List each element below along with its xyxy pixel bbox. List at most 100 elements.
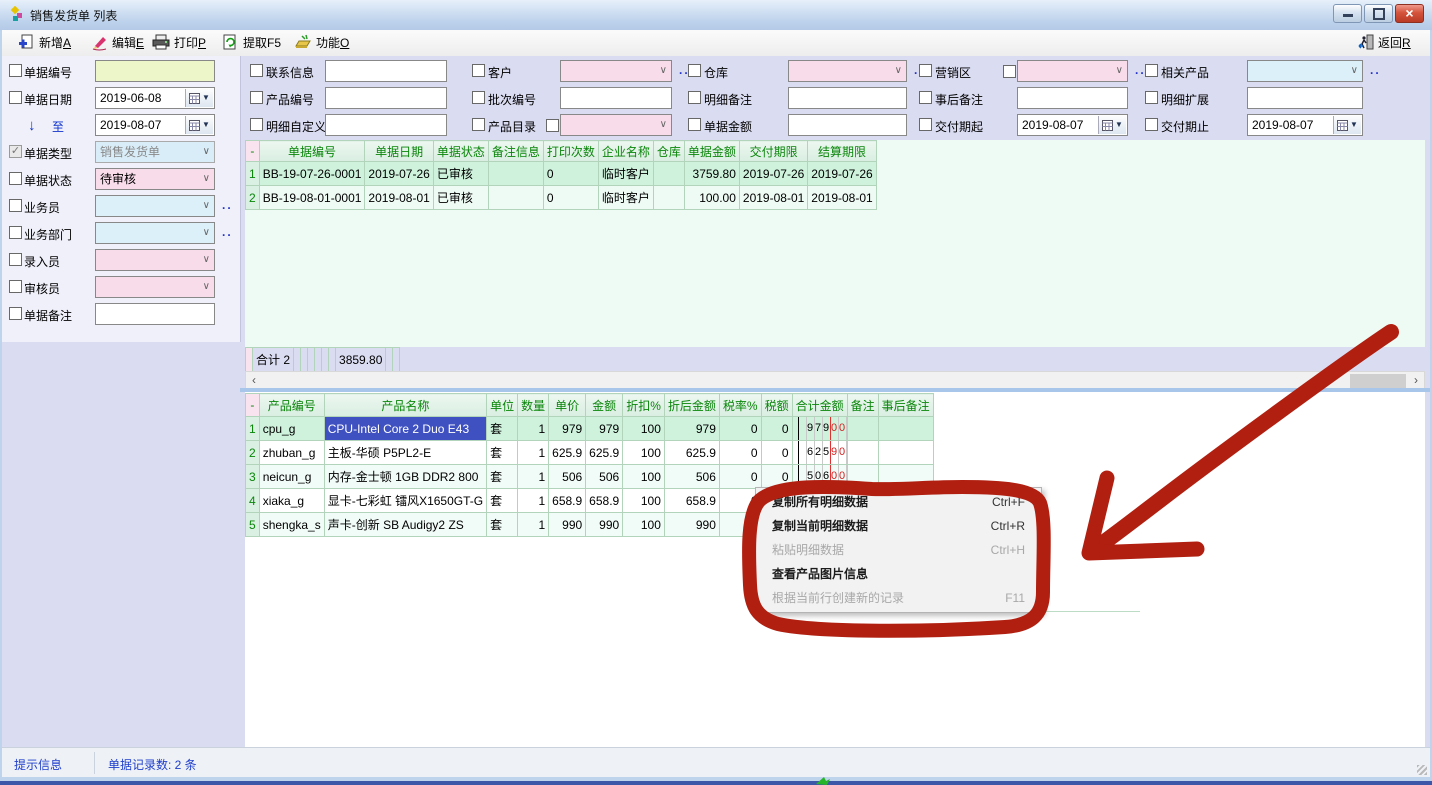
detail-row[interactable]: 1cpu_gCPU-Intel Core 2 Duo E43套197997910… (246, 417, 934, 441)
main-column-header[interactable]: - (246, 141, 260, 162)
product-name-cell[interactable]: CPU-Intel Core 2 Duo E43 (324, 417, 486, 441)
resize-grip[interactable] (1417, 765, 1427, 775)
detail-column-header[interactable]: 合计金额 (792, 394, 847, 417)
filter-field-联系信息[interactable] (325, 60, 447, 82)
detail-column-header[interactable]: 备注 (847, 394, 878, 417)
main-column-header[interactable]: 交付期限 (739, 141, 807, 162)
filter-extra-checkbox-营销区[interactable] (1003, 65, 1016, 78)
detail-column-header[interactable]: 产品编号 (259, 394, 324, 417)
filter-checkbox-交付期止[interactable] (1145, 118, 1158, 131)
detail-column-header[interactable]: 事后备注 (878, 394, 933, 417)
scroll-left-icon[interactable]: ‹ (246, 373, 262, 389)
filter-field-仓库[interactable]: ∨ (788, 60, 907, 82)
filter-field-明细扩展[interactable] (1247, 87, 1363, 109)
detail-column-header[interactable]: 产品名称 (324, 394, 486, 417)
filter-field-相关产品[interactable]: ∨ (1247, 60, 1363, 82)
more-button-业务部门[interactable]: .. (222, 225, 233, 239)
filter-field-业务部门[interactable]: ∨ (95, 222, 215, 244)
filter-checkbox-交付期起[interactable] (919, 118, 932, 131)
chevron-down-icon[interactable]: ∨ (660, 115, 667, 135)
filter-checkbox-业务员[interactable] (9, 199, 22, 212)
product-name-cell[interactable]: 声卡-创新 SB Audigy2 ZS (324, 513, 486, 537)
filter-field-交付期起[interactable]: 2019-08-07▼ (1017, 114, 1128, 136)
filter-checkbox-业务部门[interactable] (9, 226, 22, 239)
scroll-right-icon[interactable]: › (1408, 373, 1424, 389)
chevron-down-icon[interactable]: ∨ (1351, 61, 1358, 81)
product-name-cell[interactable]: 内存-金士顿 1GB DDR2 800 (324, 465, 486, 489)
main-column-header[interactable]: 结算期限 (808, 141, 876, 162)
menu-item[interactable]: 复制当前明细数据Ctrl+R (756, 514, 1041, 538)
main-column-header[interactable]: 打印次数 (543, 141, 598, 162)
filter-checkbox-单据类型[interactable]: ✓ (9, 145, 22, 158)
filter-checkbox-事后备注[interactable] (919, 91, 932, 104)
chevron-down-icon[interactable]: ∨ (203, 196, 210, 216)
chevron-down-icon[interactable]: ∨ (203, 250, 210, 270)
detail-column-header[interactable]: 单价 (549, 394, 586, 417)
filter-field-产品编号[interactable] (325, 87, 447, 109)
detail-column-header[interactable]: 金额 (586, 394, 623, 417)
chevron-down-icon[interactable]: ∨ (660, 61, 667, 81)
filter-checkbox-单据状态[interactable] (9, 172, 22, 185)
chevron-down-icon[interactable]: ∨ (203, 169, 210, 189)
detail-column-header[interactable]: 税率% (719, 394, 761, 417)
filter-checkbox-相关产品[interactable] (1145, 64, 1158, 77)
main-column-header[interactable]: 仓库 (653, 141, 684, 162)
filter-checkbox-明细备注[interactable] (688, 91, 701, 104)
filter-field-客户[interactable]: ∨ (560, 60, 672, 82)
filter-field-单据编号[interactable] (95, 60, 215, 82)
filter-field-单据金额[interactable] (788, 114, 907, 136)
detail-column-header[interactable]: 折扣% (623, 394, 665, 417)
scrollbar-thumb[interactable] (1350, 374, 1406, 388)
product-name-cell[interactable]: 主板-华硕 P5PL2-E (324, 441, 486, 465)
menu-item[interactable]: 复制所有明细数据Ctrl+F (756, 490, 1041, 514)
more-button-业务员[interactable]: .. (222, 198, 233, 212)
detail-column-header[interactable]: 单位 (487, 394, 518, 417)
filter-checkbox-单据金额[interactable] (688, 118, 701, 131)
filter-field-单据备注[interactable] (95, 303, 215, 325)
chevron-down-icon[interactable]: ∨ (203, 277, 210, 297)
filter-checkbox-审核员[interactable] (9, 280, 22, 293)
filter-checkbox-明细自定义[interactable] (250, 118, 263, 131)
filter-field-业务员[interactable]: ∨ (95, 195, 215, 217)
filter-field-录入员[interactable]: ∨ (95, 249, 215, 271)
filter-checkbox-录入员[interactable] (9, 253, 22, 266)
filter-checkbox-产品编号[interactable] (250, 91, 263, 104)
detail-column-header[interactable]: 折后金额 (664, 394, 719, 417)
filter-field-单据类型[interactable]: 销售发货单∨ (95, 141, 215, 163)
detail-row[interactable]: 2zhuban_g主板-华硕 P5PL2-E套1625.9625.9100625… (246, 441, 934, 465)
more-button-相关产品[interactable]: .. (1370, 63, 1381, 77)
filter-field-批次编号[interactable] (560, 87, 672, 109)
detail-row[interactable]: 3neicun_g内存-金士顿 1GB DDR2 800套15065061005… (246, 465, 934, 489)
filter-checkbox-仓库[interactable] (688, 64, 701, 77)
filter-field-至[interactable]: 2019-08-07▼ (95, 114, 215, 136)
filter-checkbox-客户[interactable] (472, 64, 485, 77)
horizontal-scrollbar[interactable]: ‹ › (245, 371, 1425, 389)
filter-checkbox-营销区[interactable] (919, 64, 932, 77)
filter-field-明细备注[interactable] (788, 87, 907, 109)
main-column-header[interactable]: 单据金额 (684, 141, 739, 162)
calendar-icon[interactable]: ▼ (1333, 116, 1361, 134)
filter-field-单据状态[interactable]: 待审核∨ (95, 168, 215, 190)
chevron-down-icon[interactable]: ∨ (1116, 61, 1123, 81)
filter-checkbox-单据备注[interactable] (9, 307, 22, 320)
chevron-down-icon[interactable]: ∨ (895, 61, 902, 81)
filter-field-营销区[interactable]: ∨ (1017, 60, 1128, 82)
chevron-down-icon[interactable]: ∨ (203, 223, 210, 243)
filter-checkbox-联系信息[interactable] (250, 64, 263, 77)
main-column-header[interactable]: 单据日期 (365, 141, 433, 162)
filter-field-明细自定义[interactable] (325, 114, 447, 136)
filter-checkbox-单据日期[interactable] (9, 91, 22, 104)
product-name-cell[interactable]: 显卡-七彩虹 镭风X1650GT-G (324, 489, 486, 513)
main-column-header[interactable]: 企业名称 (598, 141, 653, 162)
filter-field-事后备注[interactable] (1017, 87, 1128, 109)
table-row[interactable]: 2BB-19-08-01-00012019-08-01已审核0临时客户100.0… (246, 186, 877, 210)
detail-column-header[interactable]: 税额 (761, 394, 792, 417)
filter-field-审核员[interactable]: ∨ (95, 276, 215, 298)
main-column-header[interactable]: 备注信息 (488, 141, 543, 162)
calendar-icon[interactable]: ▼ (1098, 116, 1126, 134)
filter-checkbox-产品目录[interactable] (472, 118, 485, 131)
filter-extra-checkbox-产品目录[interactable] (546, 119, 559, 132)
filter-field-产品目录[interactable]: ∨ (560, 114, 672, 136)
menu-item[interactable]: 查看产品图片信息 (756, 562, 1041, 586)
table-row[interactable]: 1BB-19-07-26-00012019-07-26已审核0临时客户3759.… (246, 162, 877, 186)
